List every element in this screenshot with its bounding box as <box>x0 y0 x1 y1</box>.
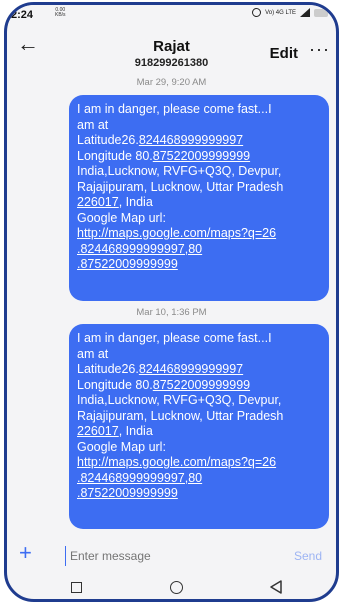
message-link[interactable]: .87522009999999 <box>77 486 178 500</box>
message-line: I am in danger, please come fast...I <box>77 102 321 118</box>
message-text: Longitude 80. <box>77 148 153 163</box>
more-icon[interactable]: ··· <box>309 39 330 60</box>
message-line: .87522009999999 <box>77 486 321 502</box>
message-line: .87522009999999 <box>77 257 321 273</box>
message-line: .824468999999997,80 <box>77 242 321 258</box>
message-text: , India <box>118 195 153 209</box>
phone-frame: 2:24 0.00 KB/s Vo) 4G LTE ← Rajat 918299… <box>4 2 339 602</box>
message-input[interactable] <box>65 546 290 566</box>
message-text: Rajajipuram, Lucknow, Uttar Pradesh <box>77 408 284 423</box>
send-button[interactable]: Send <box>294 549 322 563</box>
conversation-header: ← Rajat 918299261380 Edit ··· <box>7 25 336 73</box>
speed-unit: KB/s <box>55 12 66 18</box>
alarm-icon <box>252 8 262 17</box>
message-line: Latitude26.824468999999997 <box>77 133 321 149</box>
message-text: I am in danger, please come fast...I <box>77 102 272 116</box>
message-line: Google Map url: <box>77 440 321 456</box>
message-link[interactable]: .87522009999999 <box>77 257 178 271</box>
message-line: India,Lucknow, RVFG+Q3Q, Devpur, <box>77 164 321 180</box>
plus-icon[interactable]: + <box>19 542 32 564</box>
message-link[interactable]: .824468999999997,80 <box>77 242 202 256</box>
message-text: Rajajipuram, Lucknow, Uttar Pradesh <box>77 179 284 194</box>
composer-bar: + Send <box>7 540 336 570</box>
status-time: 2:24 <box>11 9 34 21</box>
message-line: Latitude26.824468999999997 <box>77 362 321 378</box>
message-text: Latitude26. <box>77 133 139 147</box>
edit-button[interactable]: Edit <box>270 45 298 62</box>
message-line: http://maps.google.com/maps?q=26 <box>77 226 321 242</box>
message-line: Longitude 80.87522009999999 <box>77 149 321 165</box>
message-link[interactable]: .824468999999997,80 <box>77 471 202 485</box>
message-line: .824468999999997,80 <box>77 471 321 487</box>
message-link[interactable]: http://maps.google.com/maps?q=26 <box>77 455 276 469</box>
message-link[interactable]: http://maps.google.com/maps?q=26 <box>77 226 276 240</box>
network-speed: 0.00 KB/s <box>55 8 66 18</box>
recents-icon[interactable] <box>71 582 82 593</box>
status-bar: 2:24 0.00 KB/s Vo) 4G LTE <box>7 5 336 25</box>
message-line: 226017, India <box>77 424 321 440</box>
message-text: India,Lucknow, RVFG+Q3Q, Devpur, <box>77 393 282 407</box>
message-text: am at <box>77 117 109 132</box>
message-text: I am in danger, please come fast...I <box>77 331 272 345</box>
navigation-bar <box>7 577 336 599</box>
message-link[interactable]: 226017 <box>77 195 119 209</box>
message-line: I am in danger, please come fast...I <box>77 331 321 347</box>
network-type: Vo) 4G LTE <box>265 9 296 16</box>
message-line: Rajajipuram, Lucknow, Uttar Pradesh <box>77 180 321 196</box>
message-text: am at <box>77 346 109 361</box>
home-icon[interactable] <box>170 581 183 594</box>
message-line: am at <box>77 347 321 363</box>
message-link[interactable]: 824468999999997 <box>139 133 243 147</box>
message-text: Google Map url: <box>77 210 166 225</box>
message-line: am at <box>77 118 321 134</box>
message-line: Google Map url: <box>77 211 321 227</box>
message-line: Rajajipuram, Lucknow, Uttar Pradesh <box>77 409 321 425</box>
message-bubble[interactable]: I am in danger, please come fast...I am a… <box>69 324 329 529</box>
back-triangle-icon[interactable] <box>269 580 283 594</box>
message-link[interactable]: 87522009999999 <box>153 378 250 392</box>
message-text: Google Map url: <box>77 439 166 454</box>
message-line: 226017, India <box>77 195 321 211</box>
message-text: Latitude26. <box>77 362 139 376</box>
message-line: India,Lucknow, RVFG+Q3Q, Devpur, <box>77 393 321 409</box>
message-bubble[interactable]: I am in danger, please come fast...I am a… <box>69 95 329 301</box>
message-link[interactable]: 226017 <box>77 424 119 438</box>
message-line: Longitude 80.87522009999999 <box>77 378 321 394</box>
message-link[interactable]: 87522009999999 <box>153 149 250 163</box>
battery-icon <box>314 8 328 17</box>
message-link[interactable]: 824468999999997 <box>139 362 243 376</box>
message-text: Longitude 80. <box>77 377 153 392</box>
message-timestamp: Mar 10, 1:36 PM <box>136 307 207 318</box>
message-text: India,Lucknow, RVFG+Q3Q, Devpur, <box>77 164 282 178</box>
signal-icon <box>300 8 310 17</box>
message-text: , India <box>118 424 153 438</box>
message-timestamp: Mar 29, 9:20 AM <box>136 77 207 88</box>
message-line: http://maps.google.com/maps?q=26 <box>77 455 321 471</box>
status-icons: Vo) 4G LTE <box>252 8 328 17</box>
